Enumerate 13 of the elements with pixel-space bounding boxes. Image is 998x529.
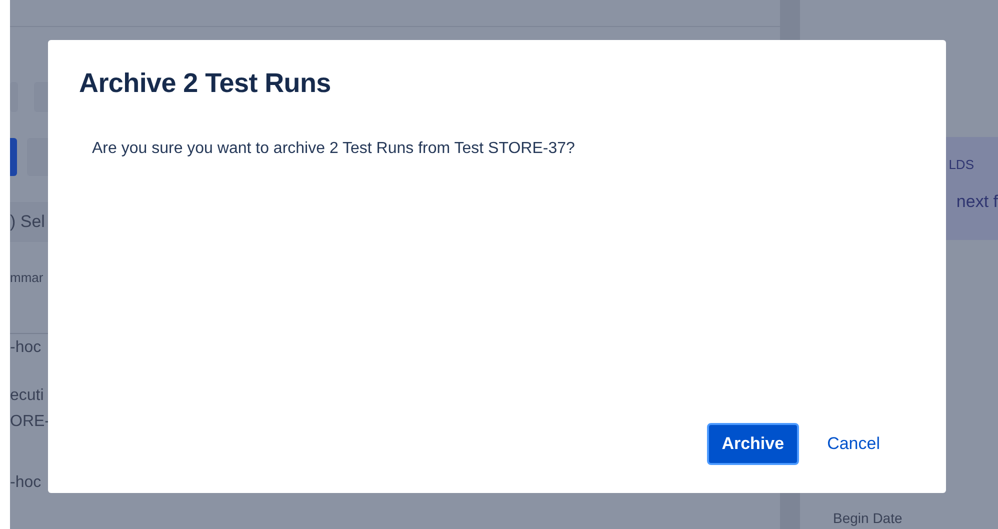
toolbar-button[interactable] [10,82,18,112]
archive-button[interactable]: Archive [706,423,800,465]
field-label: Begin Date [833,510,902,526]
dialog-title: Archive 2 Test Runs [79,68,331,99]
table-cell: -hoc [10,474,42,492]
table-cell: ecuti [10,387,44,405]
table-cell: -hoc [10,339,42,357]
dialog-message: Are you sure you want to archive 2 Test Runs from Test STORE-37? [92,140,575,158]
primary-button[interactable] [10,138,17,176]
table-cell: ORE- [10,413,50,431]
cancel-button[interactable]: Cancel [805,423,902,465]
column-header: mmar [10,270,44,285]
panel-heading: LDS [948,157,974,172]
